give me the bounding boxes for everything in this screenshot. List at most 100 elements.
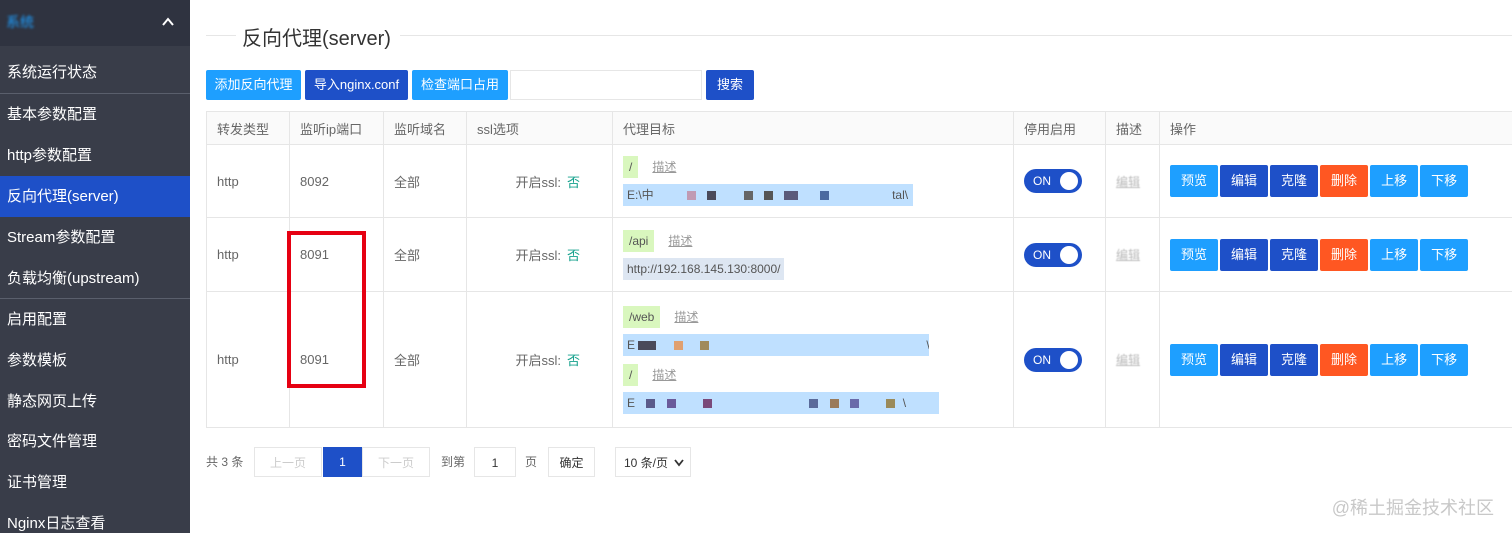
table-header-row: 转发类型 监听ip端口 监听域名 ssl选项 代理目标 停用启用 描述 操作 <box>206 111 1512 145</box>
column-header: 代理目标 <box>612 111 1014 145</box>
redaction-blot <box>638 340 657 350</box>
ssl-label: 开启ssl: <box>515 174 561 190</box>
preview-button[interactable]: 预览 <box>1170 343 1219 376</box>
edit-button[interactable]: 编辑 <box>1220 165 1269 197</box>
table-row: http 8091 全部 开启ssl:否 /web描述 E \ <box>206 291 1512 428</box>
target-value-tail: \ <box>926 338 929 352</box>
preview-button[interactable]: 预览 <box>1170 238 1219 271</box>
operations-cell: 预览 编辑 克隆 删除 上移 下移 <box>1159 217 1512 292</box>
edit-desc-link[interactable]: 编辑 <box>1116 175 1140 189</box>
prev-page-button[interactable]: 上一页 <box>254 447 322 477</box>
sidebar-header-label: 系统 <box>6 14 34 30</box>
location-path: / <box>623 363 639 386</box>
redaction-blot <box>666 398 676 408</box>
edit-button[interactable]: 编辑 <box>1220 343 1269 376</box>
search-input[interactable] <box>510 70 702 100</box>
redaction-blot <box>673 340 683 350</box>
sidebar-item-password-files[interactable]: 密码文件管理 <box>0 421 190 462</box>
column-header: 停用启用 <box>1013 111 1106 145</box>
clone-button[interactable]: 克隆 <box>1270 343 1319 376</box>
sidebar-item-basic-params[interactable]: 基本参数配置 <box>0 94 190 135</box>
sidebar-item-nginx-logs[interactable]: Nginx日志查看 <box>0 503 190 533</box>
toggle-knob <box>1060 245 1078 264</box>
sidebar-item-param-template[interactable]: 参数模板 <box>0 340 190 381</box>
current-page-button[interactable]: 1 <box>323 447 362 477</box>
move-down-button[interactable]: 下移 <box>1420 165 1469 197</box>
location-path: /api <box>623 229 655 252</box>
target-value: E \ <box>623 391 939 414</box>
location-desc-link[interactable]: 描述 <box>674 308 698 325</box>
sidebar-item-upstream[interactable]: 负载均衡(upstream) <box>0 258 190 299</box>
sidebar-item-system-status[interactable]: 系统运行状态 <box>0 52 190 93</box>
check-port-button[interactable]: 检查端口占用 <box>412 70 508 100</box>
edit-button[interactable]: 编辑 <box>1220 238 1269 271</box>
proxy-target: /web 描述 E \ / 描述 E <box>612 291 1014 428</box>
column-header: 转发类型 <box>206 111 290 145</box>
listen-domain: 全部 <box>383 291 467 428</box>
chevron-up-icon[interactable] <box>160 14 176 30</box>
delete-button[interactable]: 删除 <box>1320 238 1369 271</box>
toggle-cell: ON <box>1013 217 1106 292</box>
goto-label: 到第 <box>440 455 465 469</box>
redaction-blot <box>850 398 860 408</box>
redaction-blot <box>687 191 697 201</box>
redaction-blot <box>829 398 839 408</box>
page-size-select[interactable]: 10 条/页 <box>615 447 691 477</box>
clone-button[interactable]: 克隆 <box>1270 165 1319 197</box>
desc-cell: 编辑 <box>1105 217 1160 292</box>
page-size-value: 10 条/页 <box>624 456 669 470</box>
sidebar-item-certificates[interactable]: 证书管理 <box>0 462 190 503</box>
add-proxy-button[interactable]: 添加反向代理 <box>206 70 301 100</box>
redaction-blot <box>707 191 717 201</box>
ssl-value: 否 <box>566 353 580 368</box>
enable-toggle[interactable]: ON <box>1024 347 1082 372</box>
location-desc-link[interactable]: 描述 <box>652 366 676 383</box>
target-value: http://192.168.145.130:8000/ <box>623 257 785 280</box>
next-page-button[interactable]: 下一页 <box>362 447 430 477</box>
goto-page-input[interactable]: 1 <box>474 447 516 477</box>
sidebar-item-static-upload[interactable]: 静态网页上传 <box>0 381 190 422</box>
listen-domain: 全部 <box>383 144 467 218</box>
goto-confirm-button[interactable]: 确定 <box>548 447 595 477</box>
ssl-option: 开启ssl: 否 <box>466 217 613 292</box>
import-nginx-conf-button[interactable]: 导入nginx.conf <box>305 70 408 100</box>
pagination-total: 共 3 条 <box>206 455 244 469</box>
delete-button[interactable]: 删除 <box>1320 165 1369 197</box>
table-row: http 8092 全部 开启ssl: 否 / 描述 E:\中 tal\ ON … <box>206 144 1512 218</box>
sidebar-item-stream-params[interactable]: Stream参数配置 <box>0 217 190 258</box>
location-desc-link[interactable]: 描述 <box>652 158 676 175</box>
preview-button[interactable]: 预览 <box>1170 165 1219 197</box>
enable-toggle[interactable]: ON <box>1024 242 1082 267</box>
move-up-button[interactable]: 上移 <box>1370 343 1419 376</box>
desc-cell: 编辑 <box>1105 144 1160 218</box>
location-path: / <box>623 156 639 178</box>
toggle-cell: ON <box>1013 291 1106 428</box>
delete-button[interactable]: 删除 <box>1320 343 1369 376</box>
edit-desc-link[interactable]: 编辑 <box>1116 248 1140 262</box>
sidebar-item-apply-config[interactable]: 启用配置 <box>0 299 190 340</box>
redaction-blot <box>703 398 713 408</box>
location-path: /web <box>623 305 661 328</box>
target-value-text: E <box>627 395 636 410</box>
sidebar-header[interactable]: 系统 <box>0 0 190 46</box>
enable-toggle[interactable]: ON <box>1024 169 1082 193</box>
target-value-text: E:\中 <box>627 188 654 202</box>
table-row: http 8091 全部 开启ssl: 否 /api 描述 http://192.1… <box>206 217 1512 292</box>
search-button[interactable]: 搜索 <box>706 70 754 100</box>
sidebar-item-reverse-proxy[interactable]: 反向代理(server) <box>0 176 190 217</box>
ssl-option: 开启ssl: 否 <box>466 144 613 218</box>
location-desc-link[interactable]: 描述 <box>668 232 692 249</box>
move-down-button[interactable]: 下移 <box>1420 343 1469 376</box>
operations-cell: 预览 编辑 克隆 删除 上移 下移 <box>1159 144 1512 218</box>
move-up-button[interactable]: 上移 <box>1370 165 1419 197</box>
move-down-button[interactable]: 下移 <box>1420 238 1469 271</box>
desc-cell: 编辑 <box>1105 291 1160 428</box>
ssl-value: 否 <box>566 248 580 263</box>
move-up-button[interactable]: 上移 <box>1370 238 1419 271</box>
page-title: 反向代理(server) <box>236 22 397 51</box>
sidebar-item-http-params[interactable]: http参数配置 <box>0 135 190 176</box>
edit-desc-link[interactable]: 编辑 <box>1116 353 1140 367</box>
proxy-target: /api 描述 http://192.168.145.130:8000/ <box>612 217 1014 292</box>
clone-button[interactable]: 克隆 <box>1270 238 1319 271</box>
target-value-tail: tal\ <box>892 188 909 202</box>
